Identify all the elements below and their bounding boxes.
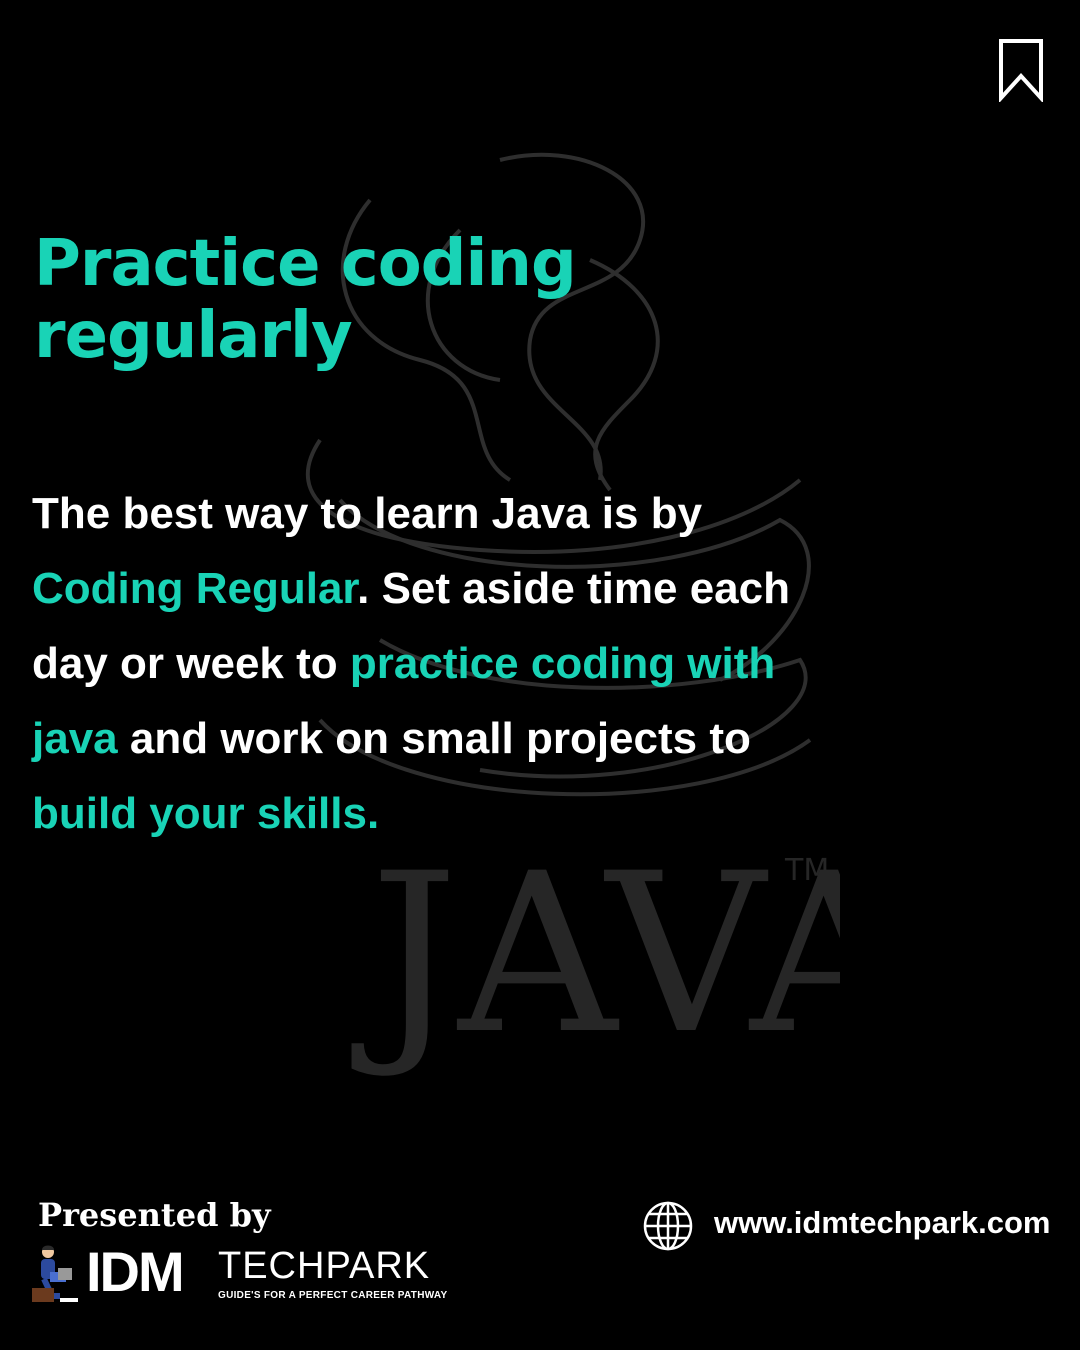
- logo-techpark-text: TECHPARK: [218, 1245, 431, 1287]
- page-title: Practice coding regularly: [34, 228, 594, 372]
- logo-idm-text: IDM: [86, 1240, 185, 1303]
- website-link[interactable]: www.idmtechpark.com: [714, 1205, 1051, 1241]
- idm-techpark-logo: IDM TECHPARK GUIDE'S FOR A PERFECT CAREE…: [32, 1242, 452, 1306]
- body-paragraph: The best way to learn Java is by Coding …: [32, 476, 792, 851]
- highlight-coding-regular: Coding Regular: [32, 564, 358, 613]
- globe-icon: [643, 1201, 693, 1251]
- person-at-laptop-icon: [32, 1245, 78, 1302]
- watermark-java-text: JAVA: [351, 826, 840, 1082]
- highlight-build-skills: build your skills.: [32, 789, 380, 838]
- body-text-1: The best way to learn Java is by: [32, 489, 703, 538]
- bookmark-icon[interactable]: [996, 38, 1048, 102]
- watermark-tm-text: TM: [784, 853, 829, 888]
- title-text: Practice coding regularly: [34, 227, 577, 373]
- logo-tagline: GUIDE'S FOR A PERFECT CAREER PATHWAY: [218, 1290, 448, 1301]
- presented-by-label: Presented by: [38, 1196, 271, 1234]
- body-text-3: and work on small projects to: [117, 714, 751, 763]
